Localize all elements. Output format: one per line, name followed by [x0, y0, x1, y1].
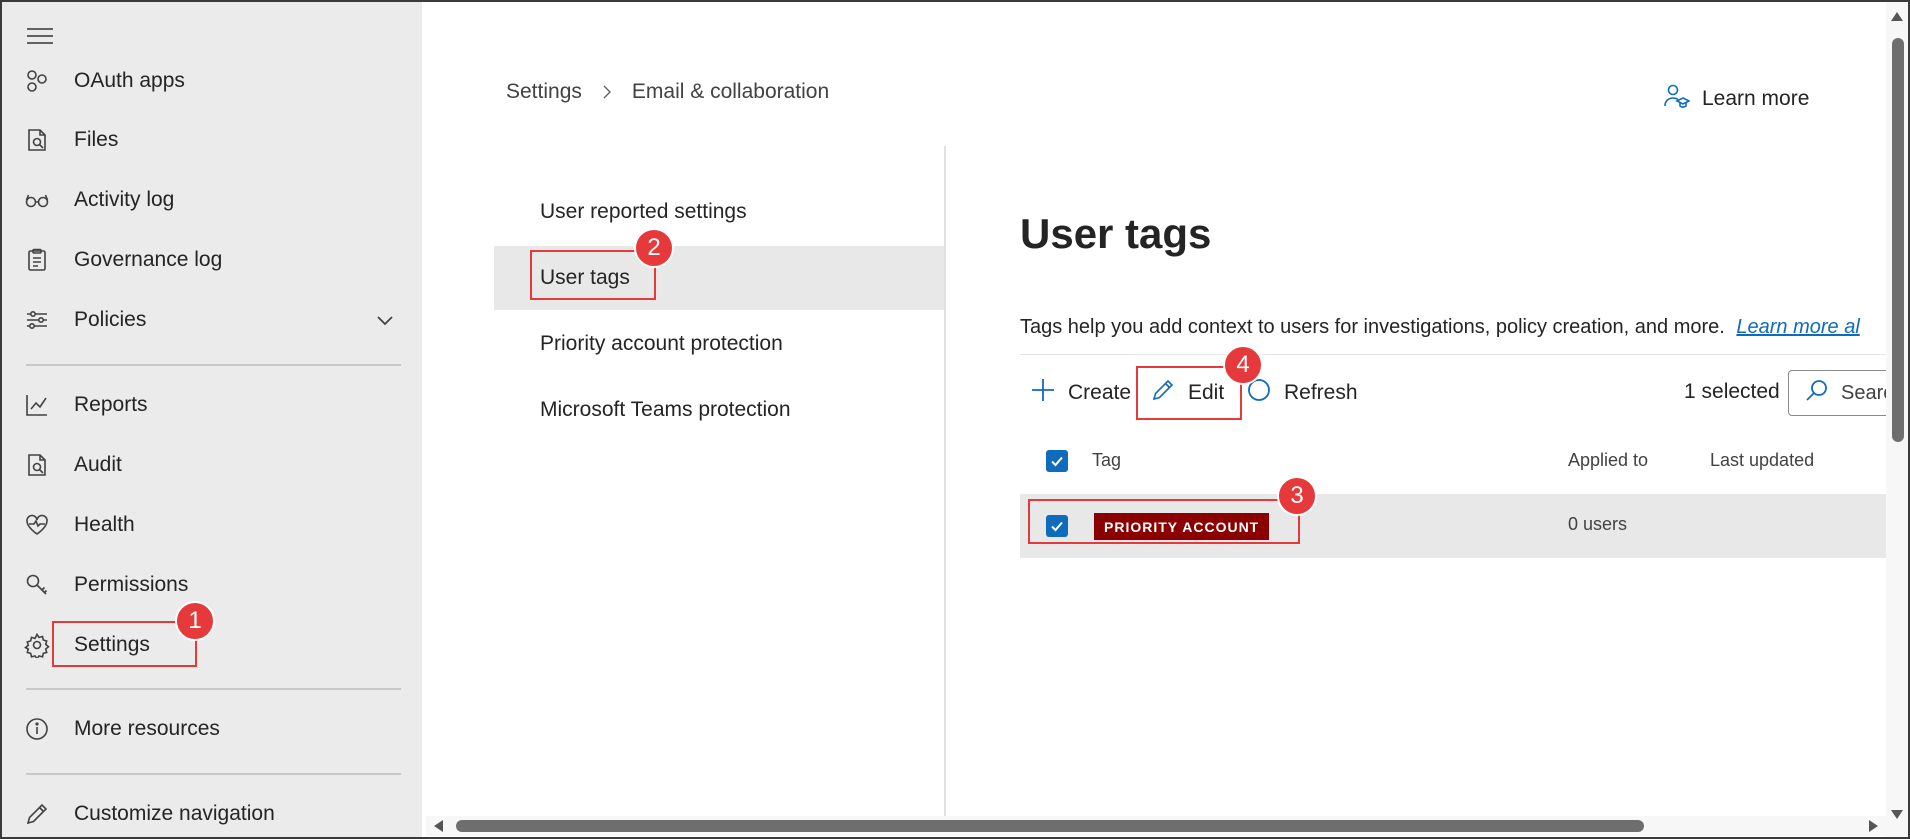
breadcrumb: Settings Email & collaboration	[506, 80, 829, 104]
nav-divider	[26, 773, 401, 775]
refresh-label: Refresh	[1284, 381, 1358, 404]
left-navigation: OAuth apps Files Activity log Governance…	[2, 2, 422, 837]
annotation-badge-1: 1	[175, 601, 215, 641]
nav-item-activity-log[interactable]: Activity log	[2, 177, 422, 223]
nav-item-governance-log[interactable]: Governance log	[2, 237, 422, 283]
governance-log-icon	[24, 247, 50, 273]
learn-more-about-tags-link[interactable]: Learn more al	[1736, 316, 1859, 338]
annotation-highlight-priority-row	[1028, 499, 1300, 544]
oauth-apps-icon	[24, 68, 50, 94]
chevron-right-icon	[600, 85, 614, 99]
subnav-label: Microsoft Teams protection	[540, 398, 791, 421]
subnav-user-reported-settings[interactable]: User reported settings	[494, 180, 944, 244]
subnav-microsoft-teams-protection[interactable]: Microsoft Teams protection	[494, 378, 944, 442]
nav-label: Health	[74, 513, 135, 536]
audit-icon	[24, 452, 50, 478]
nav-divider	[26, 364, 401, 366]
reports-icon	[24, 392, 50, 418]
table-header: Tag Applied to Last updated	[1020, 442, 1910, 482]
learning-person-icon	[1662, 82, 1691, 116]
nav-label: Policies	[74, 308, 147, 331]
policies-icon	[24, 307, 50, 333]
annotation-badge-4: 4	[1223, 345, 1263, 385]
subnav-label: Priority account protection	[540, 332, 783, 355]
nav-label: Permissions	[74, 573, 189, 596]
scroll-left-icon[interactable]	[434, 820, 443, 832]
breadcrumb-current: Email & collaboration	[631, 80, 830, 103]
create-button[interactable]: Create	[1030, 372, 1131, 414]
annotation-badge-3: 3	[1277, 476, 1317, 516]
nav-label: Activity log	[74, 188, 175, 211]
plus-icon	[1030, 377, 1056, 409]
nav-label: Files	[74, 128, 119, 151]
scroll-right-icon[interactable]	[1869, 820, 1878, 832]
page-description: Tags help you add context to users for i…	[1020, 316, 1860, 339]
nav-item-policies[interactable]: Policies	[2, 297, 422, 343]
nav-item-permissions[interactable]: Permissions	[2, 562, 422, 608]
info-icon	[24, 716, 50, 742]
scrollbar-thumb[interactable]	[1892, 38, 1904, 442]
activity-log-icon	[24, 187, 50, 213]
vertical-scrollbar[interactable]	[1886, 2, 1908, 837]
nav-label: Audit	[74, 453, 122, 476]
nav-item-reports[interactable]: Reports	[2, 382, 422, 428]
scroll-down-icon[interactable]	[1891, 810, 1903, 819]
nav-item-health[interactable]: Health	[2, 502, 422, 548]
nav-item-customize-navigation[interactable]: Customize navigation	[2, 791, 422, 837]
subnav-priority-account-protection[interactable]: Priority account protection	[494, 312, 944, 376]
permissions-icon	[24, 572, 50, 598]
nav-label: More resources	[74, 717, 220, 740]
select-all-checkbox[interactable]	[1046, 450, 1068, 472]
horizontal-scrollbar[interactable]	[426, 816, 1886, 836]
nav-item-files[interactable]: Files	[2, 117, 422, 163]
nav-label: Reports	[74, 393, 148, 416]
column-header-last-updated[interactable]: Last updated	[1710, 450, 1814, 471]
nav-label: Customize navigation	[74, 802, 275, 825]
chevron-down-icon[interactable]	[374, 309, 396, 331]
description-divider	[1020, 354, 1910, 355]
create-label: Create	[1068, 381, 1132, 404]
learn-more-link[interactable]: Learn more	[1662, 82, 1809, 116]
nav-label: OAuth apps	[74, 69, 185, 92]
pencil-icon	[24, 801, 50, 827]
scroll-up-icon[interactable]	[1891, 12, 1903, 21]
page-title: User tags	[1020, 210, 1212, 257]
learn-more-label: Learn more	[1702, 87, 1810, 110]
applied-to-cell: 0 users	[1568, 514, 1628, 534]
description-text: Tags help you add context to users for i…	[1020, 316, 1725, 338]
nav-item-more-resources[interactable]: More resources	[2, 706, 422, 752]
nav-item-audit[interactable]: Audit	[2, 442, 422, 488]
search-icon	[1805, 378, 1829, 408]
subnav-label: User reported settings	[540, 200, 747, 223]
files-icon	[24, 127, 50, 153]
hamburger-menu-icon[interactable]	[26, 26, 54, 46]
column-header-tag[interactable]: Tag	[1092, 450, 1121, 471]
subnav-divider	[944, 146, 946, 836]
refresh-button[interactable]: Refresh	[1246, 372, 1358, 414]
annotation-badge-2: 2	[634, 228, 674, 268]
column-header-applied-to[interactable]: Applied to	[1568, 450, 1648, 471]
health-icon	[24, 512, 50, 538]
nav-item-oauth-apps[interactable]: OAuth apps	[2, 58, 422, 104]
breadcrumb-settings-link[interactable]: Settings	[506, 80, 582, 104]
nav-divider	[26, 688, 401, 690]
selected-count: 1 selected	[1684, 380, 1780, 403]
settings-icon	[24, 632, 50, 661]
scrollbar-thumb[interactable]	[456, 820, 1644, 832]
nav-label: Governance log	[74, 248, 223, 271]
